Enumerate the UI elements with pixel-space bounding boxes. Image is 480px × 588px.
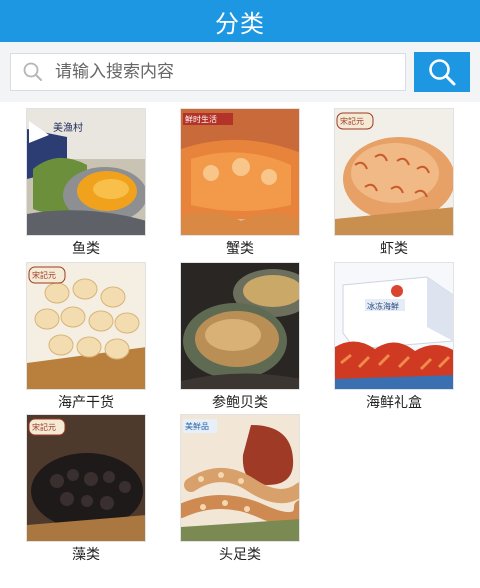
category-label: 鱼类 bbox=[72, 241, 100, 257]
brand-badge: 冰冻海鲜 bbox=[367, 301, 399, 311]
search-bar bbox=[0, 42, 480, 102]
brand-badge: 宋記元 bbox=[340, 116, 364, 126]
category-label: 虾类 bbox=[380, 241, 408, 257]
category-item-abalone[interactable]: 参鲍贝类 bbox=[180, 256, 300, 411]
brand-badge: 美渔村 bbox=[53, 121, 83, 134]
brand-badge: 美鲜品 bbox=[185, 421, 209, 431]
category-image-crab[interactable]: 鲜时生活 bbox=[180, 108, 300, 236]
category-item-dried-seafood[interactable]: 宋記元 海产干货 bbox=[26, 256, 146, 411]
brand-badge: 宋記元 bbox=[32, 270, 56, 280]
top-bar: 分类 bbox=[0, 0, 480, 42]
category-grid: 美渔村 鱼类 鲜时生活 蟹类 宋記元 虾类 宋記元 海产干货 参鲍贝类 冰冻海鲜… bbox=[0, 102, 480, 588]
category-image-fish[interactable]: 美渔村 bbox=[26, 108, 146, 236]
category-image-dried-seafood[interactable]: 宋記元 bbox=[26, 262, 146, 390]
search-button[interactable] bbox=[414, 52, 470, 92]
search-icon bbox=[23, 62, 42, 81]
category-image-seafood-gift-box[interactable]: 冰冻海鲜 bbox=[334, 262, 454, 390]
search-box[interactable] bbox=[10, 53, 406, 91]
category-item-fish[interactable]: 美渔村 鱼类 bbox=[26, 102, 146, 257]
page-title: 分类 bbox=[215, 9, 265, 38]
category-label: 海鲜礼盒 bbox=[366, 395, 422, 411]
category-item-seafood-gift-box[interactable]: 冰冻海鲜 海鲜礼盒 bbox=[334, 256, 454, 411]
category-item-crab[interactable]: 鲜时生活 蟹类 bbox=[180, 102, 300, 257]
category-label: 蟹类 bbox=[226, 241, 254, 257]
category-label: 头足类 bbox=[219, 547, 261, 563]
category-item-cephalopods[interactable]: 美鲜品 头足类 bbox=[180, 408, 300, 563]
category-item-shrimp[interactable]: 宋記元 虾类 bbox=[334, 102, 454, 257]
category-image-shrimp[interactable]: 宋記元 bbox=[334, 108, 454, 236]
category-label: 藻类 bbox=[72, 547, 100, 563]
magnifier-icon bbox=[429, 59, 456, 86]
app-screen: 分类 请输入搜索内容 美渔村 鱼类 鲜时生活 蟹类 宋記元 虾类 宋記元 海产干… bbox=[0, 0, 480, 588]
category-image-cephalopods[interactable]: 美鲜品 bbox=[180, 414, 300, 542]
brand-badge: 鲜时生活 bbox=[185, 114, 217, 124]
category-item-seaweed[interactable]: 宋記元 藻类 bbox=[26, 408, 146, 563]
search-input[interactable] bbox=[55, 62, 385, 82]
category-image-seaweed[interactable]: 宋記元 bbox=[26, 414, 146, 542]
category-image-abalone[interactable] bbox=[180, 262, 300, 390]
brand-badge: 宋記元 bbox=[32, 422, 56, 432]
